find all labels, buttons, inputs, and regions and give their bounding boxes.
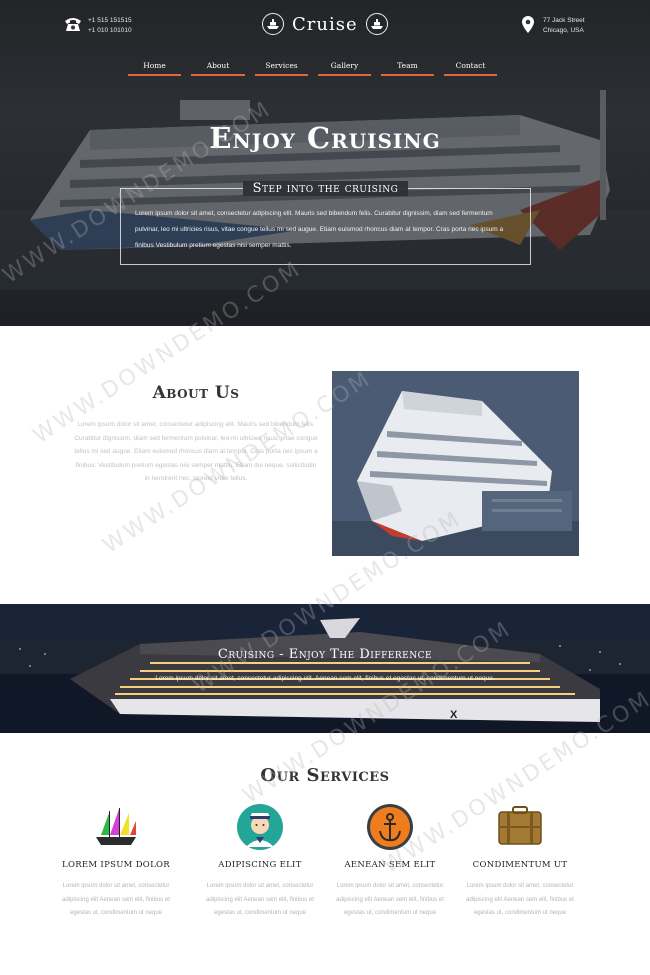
nav-item-gallery[interactable]: Gallery: [318, 60, 371, 76]
service-text: Lorem ipsum dolor sit amet, consectetur …: [336, 883, 444, 916]
service-card: CONDIMENTUM UT Lorem ipsum dolor sit ame…: [460, 800, 580, 921]
about-text: Lorem ipsum dolor sit amet, consectetur …: [74, 421, 318, 483]
hero-box-text: Lorem ipsum dolor sit amet, consectetur …: [135, 210, 504, 249]
hero-section: +1 515 151515 +1 010 101010 Cruise 77 Ja…: [0, 0, 650, 326]
phone-icon: [65, 18, 81, 31]
header-address: 77 Jack Street Chicago, USA: [522, 16, 585, 36]
sailing-ship-icon: [96, 808, 136, 845]
anchor-icon: [367, 804, 413, 850]
address-line-1: 77 Jack Street: [543, 17, 585, 24]
about-title: About Us: [152, 383, 240, 403]
banner-text: Lorem ipsum dolor sit amet, consectetur …: [155, 675, 495, 682]
service-card: LOREM IPSUM DOLOR Lorem ipsum dolor sit …: [56, 800, 176, 921]
nav-item-services[interactable]: Services: [255, 60, 308, 76]
sailor-icon: [237, 804, 283, 850]
service-card: AENEAN SEM ELIT Lorem ipsum dolor sit am…: [330, 800, 450, 921]
brand-title: Cruise: [292, 13, 358, 35]
header-phone: +1 515 151515 +1 010 101010: [64, 16, 132, 36]
hero-intro-box: Step into the cruising Lorem ipsum dolor…: [120, 181, 531, 265]
map-pin-icon: [522, 16, 534, 33]
svg-text:X: X: [450, 709, 458, 721]
banner-title: Cruising - Enjoy The Difference: [217, 647, 433, 662]
hero-box-title: Step into the cruising: [242, 181, 409, 196]
services-title: Our Services: [260, 765, 390, 786]
service-name: LOREM IPSUM DOLOR: [62, 860, 170, 870]
service-name: CONDIMENTUM UT: [472, 860, 568, 870]
suitcase-icon: [498, 806, 542, 845]
service-text: Lorem ipsum dolor sit amet, consectetur …: [466, 883, 574, 916]
banner-section: X: [0, 604, 650, 733]
hero-heading: Enjoy Cruising: [209, 121, 441, 155]
phone-number-2: +1 010 101010: [88, 27, 132, 34]
ship-badge-icon: [262, 13, 284, 35]
phone-number-1: +1 515 151515: [88, 17, 132, 24]
banner-night-ship-image: X: [0, 604, 650, 733]
service-name: AENEAN SEM ELIT: [344, 860, 436, 870]
address-line-2: Chicago, USA: [543, 27, 584, 34]
about-ship-image: [332, 371, 579, 556]
service-card: ADIPISCING ELIT Lorem ipsum dolor sit am…: [200, 800, 320, 921]
nav-item-home[interactable]: Home: [128, 60, 181, 76]
nav-item-about[interactable]: About: [191, 60, 245, 76]
nav-item-team[interactable]: Team: [381, 60, 434, 76]
service-name: ADIPISCING ELIT: [218, 860, 302, 870]
nav-item-contact[interactable]: Contact: [444, 60, 497, 76]
ship-badge-icon: [365, 13, 388, 35]
service-text: Lorem ipsum dolor sit amet, consectetur …: [206, 883, 314, 916]
hero-overlay: [0, 0, 650, 326]
service-text: Lorem ipsum dolor sit amet, consectetur …: [62, 883, 170, 916]
main-nav: Home About Services Gallery Team Contact: [128, 60, 497, 76]
brand-logo[interactable]: Cruise: [262, 13, 388, 35]
